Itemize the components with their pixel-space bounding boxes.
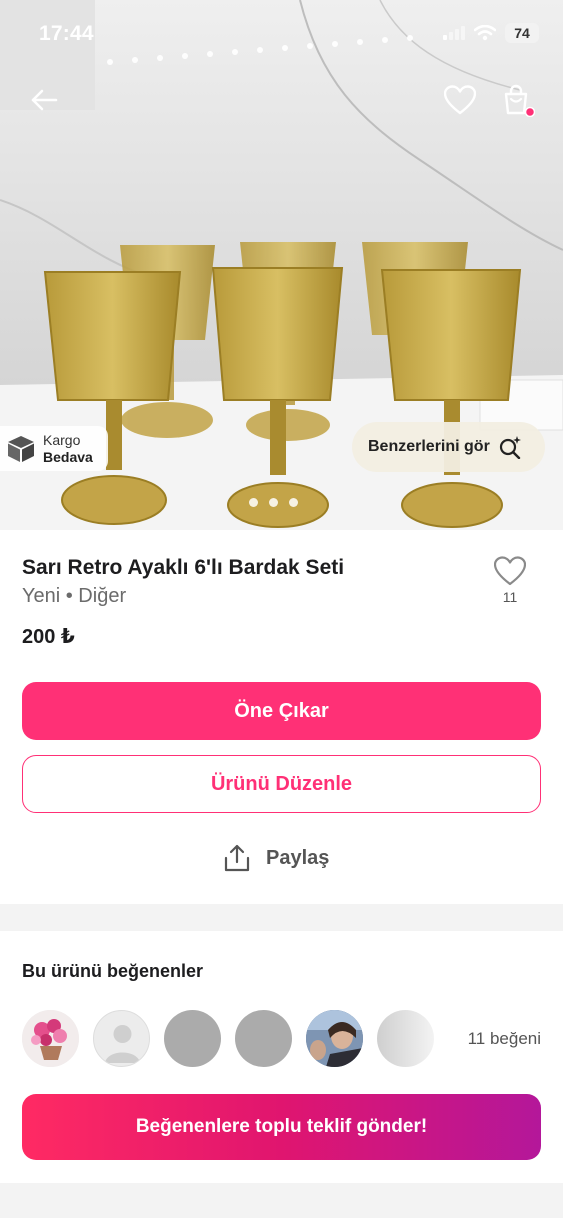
- product-price: 200 ₺: [22, 626, 75, 648]
- likers-avatar-list: [22, 1010, 434, 1067]
- heart-outline-icon: [444, 85, 476, 115]
- carousel-dot[interactable]: [289, 498, 298, 507]
- bulk-offer-button[interactable]: Beğenenlere toplu teklif gönder!: [22, 1094, 541, 1160]
- promote-button[interactable]: Öne Çıkar: [22, 682, 541, 740]
- sparkle-search-icon: [499, 436, 521, 459]
- heart-outline-icon: [494, 556, 526, 586]
- avatar[interactable]: [377, 1010, 434, 1067]
- selfie-photo-icon: [306, 1010, 363, 1067]
- flowers-photo-icon: [22, 1010, 79, 1067]
- likers-title: Bu ürünü beğenenler: [22, 961, 204, 981]
- shipping-free-label: Bedava: [43, 448, 93, 465]
- like-toggle[interactable]: 11: [490, 556, 530, 605]
- share-label: Paylaş: [266, 846, 330, 869]
- shopping-bag-icon: [504, 84, 535, 117]
- free-shipping-badge: Kargo Bedava: [0, 426, 108, 471]
- carousel-dot[interactable]: [249, 498, 258, 507]
- default-user-icon: [105, 1025, 140, 1063]
- favorite-button[interactable]: [440, 80, 480, 120]
- shipping-label: Kargo: [43, 431, 81, 448]
- total-likes-label[interactable]: 11 beğeni: [468, 1029, 541, 1049]
- avatar[interactable]: [164, 1010, 221, 1067]
- product-condition-category: Yeni • Diğer: [22, 585, 127, 607]
- product-image-carousel[interactable]: 17:44 74 Kargo Bedava Benzerlerini gör: [0, 0, 563, 530]
- status-bar: 17:44 74: [0, 20, 563, 48]
- see-similar-button[interactable]: Benzerlerini gör: [352, 422, 545, 472]
- product-title: Sarı Retro Ayaklı 6'lı Bardak Seti: [22, 556, 345, 579]
- likers-section: Bu ürünü beğenenler 11 beğeni Beğenenler…: [0, 931, 563, 1183]
- share-button[interactable]: Paylaş: [224, 844, 329, 872]
- wifi-icon: [474, 25, 496, 41]
- back-button[interactable]: [26, 82, 62, 118]
- cellular-signal-icon: [443, 26, 465, 40]
- share-icon: [224, 844, 250, 872]
- cart-button[interactable]: [498, 80, 538, 120]
- product-info-card: Sarı Retro Ayaklı 6'lı Bardak Seti Yeni …: [0, 530, 563, 904]
- arrow-left-icon: [31, 89, 58, 111]
- avatar[interactable]: [235, 1010, 292, 1067]
- carousel-dot[interactable]: [269, 498, 278, 507]
- see-similar-label: Benzerlerini gör: [368, 438, 490, 455]
- carousel-indicator: [249, 498, 298, 507]
- package-icon: [8, 435, 34, 462]
- edit-product-button[interactable]: Ürünü Düzenle: [22, 755, 541, 813]
- avatar[interactable]: [22, 1010, 79, 1067]
- battery-indicator: 74: [505, 23, 539, 43]
- avatar[interactable]: [306, 1010, 363, 1067]
- avatar[interactable]: [93, 1010, 150, 1067]
- status-time: 17:44: [39, 22, 94, 45]
- like-count: 11: [502, 589, 518, 605]
